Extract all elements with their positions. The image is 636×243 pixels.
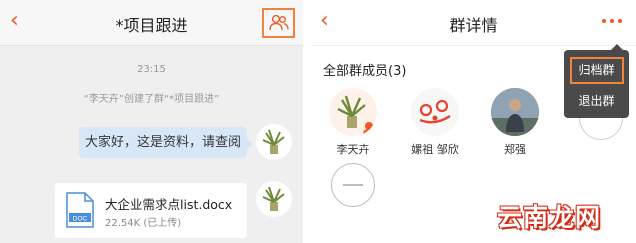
chat-header: ‹ *项目跟进 [0,0,303,46]
member-item[interactable]: 嫘祖 邹欣 [407,88,463,157]
bubble-tail [247,139,253,149]
system-message: “李天卉”创建了群“*项目跟进” [83,94,220,105]
chat-title: *项目跟进 [115,16,188,35]
members-section-title: 全部群成员(3) [323,64,407,79]
group-members-button[interactable] [262,8,295,38]
plant-avatar-icon [262,186,285,211]
details-header: ‹ 群详情 [311,0,636,46]
member-item[interactable]: 李天卉 [325,88,381,157]
avatar[interactable] [256,181,292,217]
avatar [491,88,539,136]
avatar [329,88,377,136]
message-bubble[interactable]: 大家好，这是资料，请查阅 [79,127,247,158]
time-divider: 23:15 [137,64,166,75]
file-name: 大企业需求点list.docx [105,197,233,212]
member-name: 郑强 [504,143,526,156]
team-logo-icon [419,99,451,124]
watermark-logo: 云南龙网 [497,203,602,232]
details-title: 群详情 [449,16,498,35]
member-name: 嫘祖 邹欣 [411,143,459,156]
person-photo-icon [491,88,539,136]
doc-file-icon: DOC [65,192,95,228]
more-dots-icon[interactable] [602,12,630,30]
screen-divider [303,0,311,243]
member-item[interactable]: 郑强 [487,88,543,157]
avatar [411,88,459,136]
plant-avatar-icon [337,95,375,134]
archive-highlight-box [570,57,624,84]
menu-item-exit-group[interactable]: 退出群 [564,88,629,114]
doc-badge-text: DOC [73,216,88,223]
member-name: 李天卉 [336,143,370,156]
file-meta: 22.54K (已上传) [105,218,182,229]
file-message-card[interactable]: DOC 大企业需求点list.docx 22.54K (已上传) [55,183,247,238]
avatar[interactable] [256,124,292,160]
chat-screen: ‹ *项目跟进 23:15 “李天卉”创建了群“*项目跟进” 大家好，这是资料，… [0,0,303,243]
minus-circle-icon[interactable] [331,163,375,207]
group-members-icon [269,14,289,31]
plant-avatar-icon [262,129,285,154]
